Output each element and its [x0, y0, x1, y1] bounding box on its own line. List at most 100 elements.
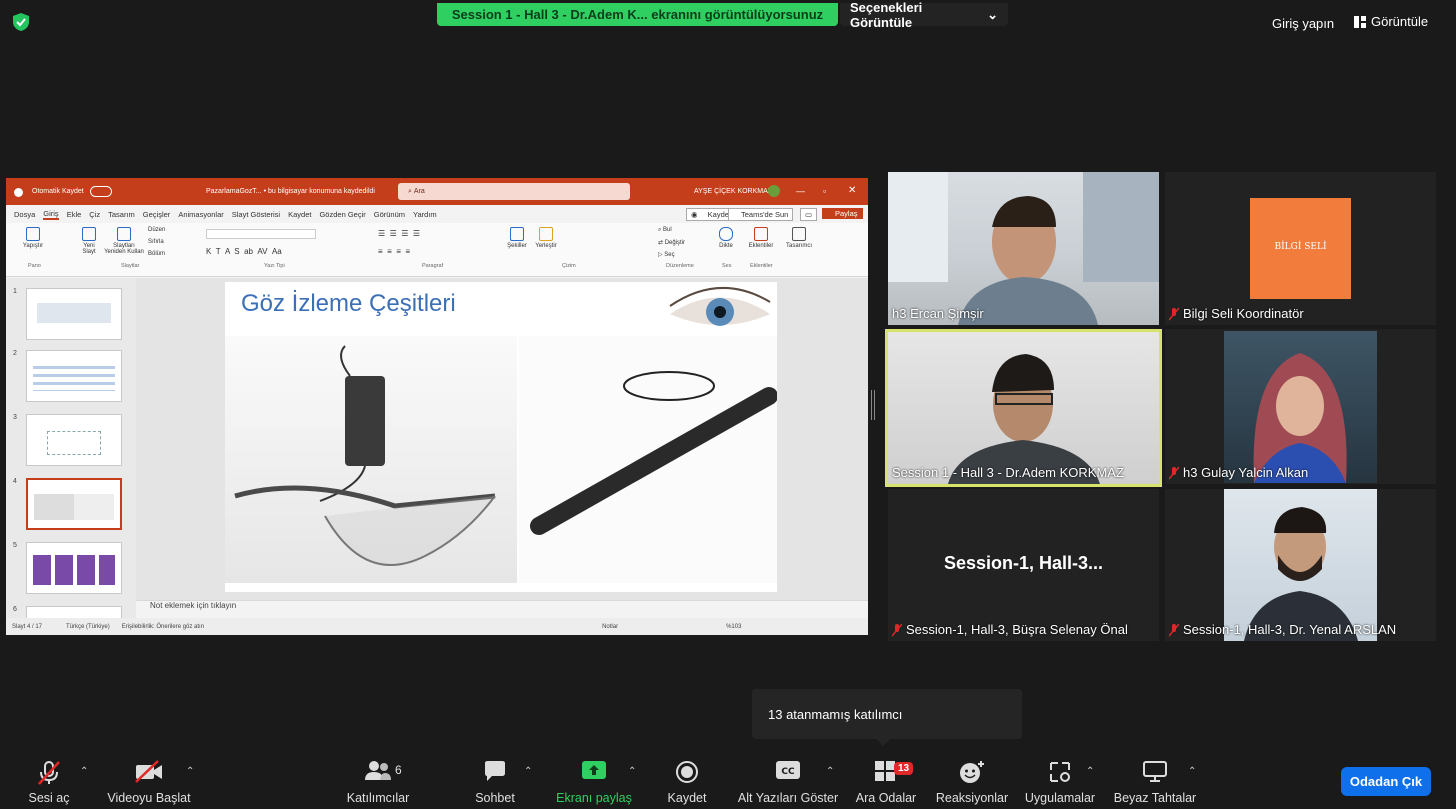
list-buttons[interactable]: ☰ ☰ ☰ ☰	[378, 229, 420, 238]
select-button[interactable]: ▷ Seç	[658, 251, 675, 258]
slide-thumbnail[interactable]	[26, 288, 122, 340]
participant-tile[interactable]: BİLGİ SELİ Bilgi Seli Koordinatör	[1165, 172, 1436, 325]
language-status[interactable]: Türkçe (Türkiye)	[66, 624, 110, 630]
user-avatar[interactable]	[768, 185, 780, 197]
share-options-caret-icon[interactable]: ⌃	[628, 766, 636, 777]
accessibility-status[interactable]: Erişilebilirlik: Önerilere göz atın	[122, 624, 204, 630]
ppt-filename: PazarlamaGozT... • bu bilgisayar konumun…	[206, 188, 375, 195]
whiteboards-button[interactable]: Beyaz Tahtalar	[1110, 752, 1200, 809]
ppt-share-button[interactable]: Paylaş	[822, 208, 863, 219]
find-button[interactable]: ⌕ Bul	[658, 227, 672, 234]
participant-tile[interactable]: h3 Gulay Yalcin Alkan	[1165, 329, 1436, 484]
shapes-label: Şekiller	[507, 243, 527, 249]
chat-button[interactable]: Sohbet	[470, 752, 520, 809]
slide-thumbnail[interactable]	[26, 542, 122, 594]
section-label: Bölüm	[148, 251, 166, 257]
shared-screen[interactable]: Otomatik Kaydet PazarlamaGozT... • bu bi…	[6, 178, 868, 635]
participant-tile[interactable]: h3 Ercan Şimşir	[888, 172, 1159, 325]
new-slide-button[interactable]: Yeni Slayt	[76, 227, 102, 255]
font-format-buttons[interactable]: K T A S ab AV Aa	[206, 247, 282, 256]
captions-button[interactable]: CC Alt Yazıları Göster	[736, 752, 840, 809]
close-icon[interactable]: ✕	[848, 185, 856, 196]
notes-toggle[interactable]: Notlar	[602, 624, 618, 630]
slide-canvas[interactable]: Göz İzleme Çeşitleri	[225, 282, 778, 592]
mic-muted-icon	[1169, 307, 1179, 320]
video-options-caret-icon[interactable]: ⌃	[186, 766, 194, 777]
ribbon-tab[interactable]: Kaydet	[288, 210, 311, 219]
apps-options-caret-icon[interactable]: ⌃	[1086, 766, 1094, 777]
closed-captions-icon: CC	[776, 761, 800, 779]
reactions-button[interactable]: Reaksiyonlar	[934, 752, 1010, 809]
ribbon-tab[interactable]: Çiz	[89, 210, 100, 219]
section-button[interactable]: Bölüm	[148, 251, 165, 257]
paste-button[interactable]: Yapıştır	[18, 227, 48, 249]
share-screen-button[interactable]: Ekranı paylaş	[552, 752, 636, 809]
share-screen-icon	[582, 761, 606, 779]
security-shield-icon[interactable]	[12, 12, 30, 32]
slide-number: 3	[13, 414, 17, 421]
dictate-button[interactable]: Dikte	[714, 227, 738, 249]
ribbon-tab[interactable]: Tasarım	[108, 210, 135, 219]
notes-pane[interactable]: Not eklemek için tıklayın	[136, 600, 868, 616]
minimize-icon[interactable]: —	[796, 186, 805, 196]
participant-video	[888, 172, 1159, 325]
whiteboard-icon	[1143, 761, 1167, 782]
teams-present-button[interactable]: Teams'de Sun	[728, 208, 794, 221]
participant-tile-active-speaker[interactable]: Session 1 - Hall 3 - Dr.Adem KORKMAZ	[885, 329, 1162, 487]
reset-button[interactable]: Sıfırla	[148, 239, 164, 245]
participant-name-placeholder: Session-1, Hall-3...	[943, 553, 1104, 573]
replace-button[interactable]: ⇄ Değiştir	[658, 239, 685, 246]
ribbon-tab[interactable]: Gözden Geçir	[319, 210, 365, 219]
unmute-button[interactable]: Sesi aç	[24, 752, 74, 809]
view-button-label: Görüntüle	[1371, 14, 1429, 29]
slide-thumbnails-pane[interactable]: 1 2 3 4 5 6	[6, 278, 136, 625]
shapes-button[interactable]: Şekiller	[504, 227, 530, 249]
view-button[interactable]: Görüntüle	[1354, 14, 1428, 29]
ribbon-tab[interactable]: Animasyonlar	[178, 210, 223, 219]
ribbon-tab[interactable]: Slayt Gösterisi	[232, 210, 280, 219]
whiteboard-options-caret-icon[interactable]: ⌃	[1188, 766, 1196, 777]
reuse-slides-button[interactable]: Slaytları Yeniden Kullan	[102, 227, 146, 255]
apps-button[interactable]: Uygulamalar	[1020, 752, 1100, 809]
ribbon-tab-active[interactable]: Giriş	[43, 209, 59, 220]
slide-thumbnail[interactable]	[26, 350, 122, 402]
ribbon-tab[interactable]: Geçişler	[143, 210, 171, 219]
align-buttons[interactable]: ≡ ≡ ≡ ≡	[378, 247, 410, 256]
slide-thumbnail-active[interactable]	[26, 478, 122, 530]
view-options-dropdown[interactable]: Seçenekleri Görüntüle ⌄	[840, 0, 1008, 30]
comments-icon[interactable]: ▭	[800, 208, 818, 221]
restore-icon[interactable]: ▫	[823, 186, 826, 196]
ppt-share-label: Paylaş	[835, 209, 858, 218]
ribbon-tab[interactable]: Ekle	[67, 210, 82, 219]
start-video-button[interactable]: Videoyu Başlat	[104, 752, 194, 809]
audio-options-caret-icon[interactable]: ⌃	[80, 766, 88, 777]
arrange-button[interactable]: Yerleştir	[532, 227, 560, 249]
designer-button[interactable]: Tasarımcı	[782, 227, 816, 249]
signin-link[interactable]: Giriş yapın	[1272, 16, 1334, 31]
captions-options-caret-icon[interactable]: ⌃	[826, 766, 834, 777]
participant-tile[interactable]: Session-1, Hall-3... Session-1, Hall-3, …	[888, 489, 1159, 641]
addins-button[interactable]: Eklentiler	[744, 227, 778, 249]
ppt-search-box[interactable]: ⌕ Ara	[398, 183, 630, 200]
ribbon-group-label: Slaytlar	[121, 263, 140, 269]
slide-number: 5	[13, 542, 17, 549]
participant-tile[interactable]: Session-1, Hall-3, Dr. Yenal ARSLAN	[1165, 489, 1436, 641]
meeting-toolbar: Sesi aç ⌃ Videoyu Başlat ⌃ 6 Katılımcıla…	[0, 752, 1456, 809]
layout-label: Düzen	[148, 227, 166, 233]
split-drag-handle[interactable]	[871, 390, 875, 420]
chat-options-caret-icon[interactable]: ⌃	[524, 766, 532, 777]
leave-meeting-button[interactable]: Odadan Çık	[1341, 767, 1431, 796]
ribbon-tab[interactable]: Yardım	[413, 210, 437, 219]
ribbon-tab[interactable]: Görünüm	[374, 210, 405, 219]
layout-button[interactable]: Düzen	[148, 227, 165, 233]
record-button[interactable]: Kaydet	[662, 752, 712, 809]
slide-thumbnail[interactable]	[26, 414, 122, 466]
slide-title[interactable]: Göz İzleme Çeşitleri	[241, 290, 456, 318]
font-family-select[interactable]	[206, 229, 316, 239]
participants-button[interactable]: 6 Katılımcılar	[338, 752, 418, 809]
zoom-level[interactable]: %103	[726, 624, 741, 630]
replace-label: Değiştir	[664, 240, 686, 246]
breakout-rooms-button[interactable]: 13 Ara Odalar	[854, 752, 918, 809]
ribbon-tab[interactable]: Dosya	[14, 210, 35, 219]
autosave-toggle[interactable]	[90, 186, 112, 197]
